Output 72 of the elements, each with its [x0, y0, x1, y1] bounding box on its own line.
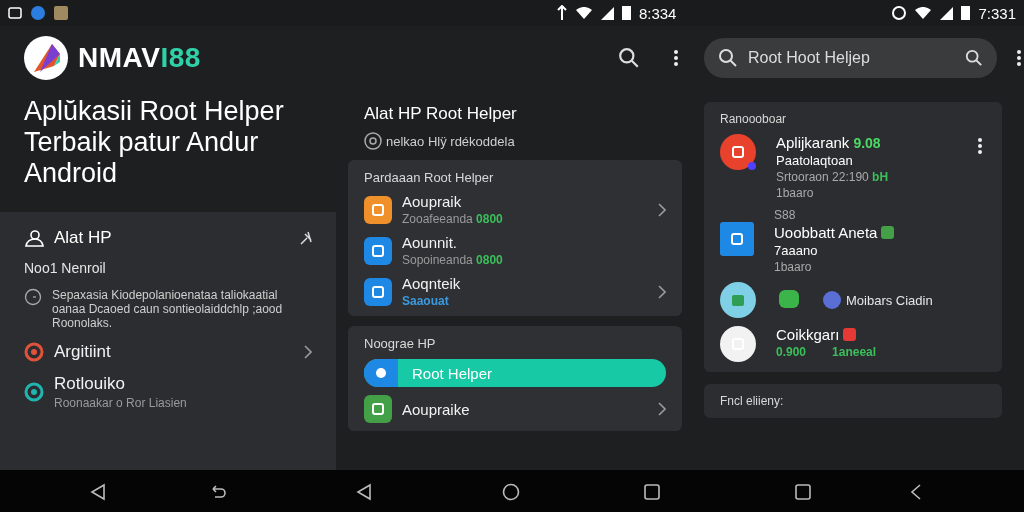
card-title: Pardaaan Root Helper — [364, 170, 495, 185]
item-title: Aounnit. — [402, 234, 459, 251]
undo-button[interactable] — [209, 483, 227, 501]
status-time: 7:331 — [978, 4, 1016, 22]
app-title: Coikkgarı — [776, 326, 840, 343]
app-title: Aplijkarank — [776, 134, 850, 151]
user-icon — [24, 229, 44, 247]
item-subtitle: Saaouat — [402, 294, 450, 308]
section-subtitle: nelkao Hlÿ rdékoddela — [386, 133, 515, 149]
panel-heading: Alat HP — [54, 228, 113, 248]
recents-button[interactable] — [794, 483, 812, 501]
battery-icon — [961, 6, 971, 20]
section-title: Alat HP Root Helper — [363, 103, 518, 124]
brand-name: NMAVI88 — [78, 42, 201, 74]
wifi-icon — [574, 7, 593, 19]
more-icon — [1017, 50, 1021, 66]
share-icon — [978, 138, 982, 154]
search-icon — [618, 47, 640, 69]
signal-icon — [600, 6, 614, 20]
item-title: Aoqnteik — [402, 275, 462, 292]
logo-icon — [24, 36, 68, 80]
app-meta: Srtooraon 22:190 bH — [776, 170, 890, 184]
item-title: Argitiint — [54, 342, 112, 362]
row-label: S88 — [774, 208, 797, 222]
app-stat: 1aneeal — [832, 345, 877, 359]
search-bar[interactable]: Root Hoot Heljep — [704, 38, 997, 78]
item-title: Aoupraik — [402, 193, 463, 210]
card-title: Noograe HP — [364, 336, 437, 351]
page-title: Aplŭkasii Root Helper Terbaik patur Andur Android — [23, 96, 285, 190]
do-not-disturb-icon — [892, 6, 907, 20]
app-foot: 1baaro — [776, 186, 815, 200]
app-score: 9.08 — [853, 134, 881, 151]
item-subtitle: Zooafeeanda 0800 — [402, 212, 504, 226]
app-icon — [730, 232, 744, 246]
card-title: Ranoooboar — [720, 112, 788, 126]
recents-button[interactable] — [643, 483, 661, 501]
disc-icon — [364, 132, 382, 150]
item-subtitle: Sopoineanda 0800 — [402, 253, 504, 267]
app-foot: 1baaro — [774, 260, 813, 274]
app-icon — [731, 145, 745, 159]
search-icon — [965, 49, 983, 67]
more-icon — [674, 50, 678, 66]
item-title: Rotlouiko — [54, 374, 126, 394]
app-icon — [54, 6, 68, 20]
app-caption: Moibars Ciadin — [846, 292, 933, 308]
app-icon — [30, 5, 46, 21]
search-input[interactable]: Root Hoot Heljep — [746, 48, 957, 68]
info-text: Sepaxasia Kiodepolanioenataa taliokaatial oanaa Dcaoed caun sontieolaiddchlp ;aood Roonolaks. — [52, 288, 284, 330]
app-icon — [822, 290, 842, 310]
battery-icon — [621, 6, 631, 20]
app-detail: Paatolaqtoan — [776, 153, 853, 168]
sync-icon — [556, 5, 567, 21]
app-title: Uoobbatt Aneta — [774, 224, 878, 241]
card-title: Fncl eliieny: — [720, 394, 785, 408]
app-detail: 7aaano — [774, 243, 818, 258]
calendar-icon — [720, 282, 756, 318]
back-button[interactable] — [89, 483, 107, 501]
back-button[interactable] — [355, 483, 373, 501]
pin-icon — [300, 231, 312, 245]
app-stat: 0.900 — [776, 345, 807, 359]
item-title: Aoupraike — [402, 400, 471, 418]
search-icon — [718, 48, 738, 68]
signal-icon — [940, 6, 954, 20]
status-dot — [748, 162, 756, 170]
home-button[interactable] — [502, 483, 520, 501]
app-icon — [8, 7, 22, 19]
status-time: 8:334 — [638, 4, 677, 22]
item-subtitle: Roonaakar o Ror Liasien — [54, 396, 188, 410]
chat-icon — [778, 289, 800, 311]
clock-icon — [24, 288, 42, 306]
section-label: Noo1 Nenroil — [24, 260, 107, 276]
wifi-icon — [914, 7, 933, 19]
